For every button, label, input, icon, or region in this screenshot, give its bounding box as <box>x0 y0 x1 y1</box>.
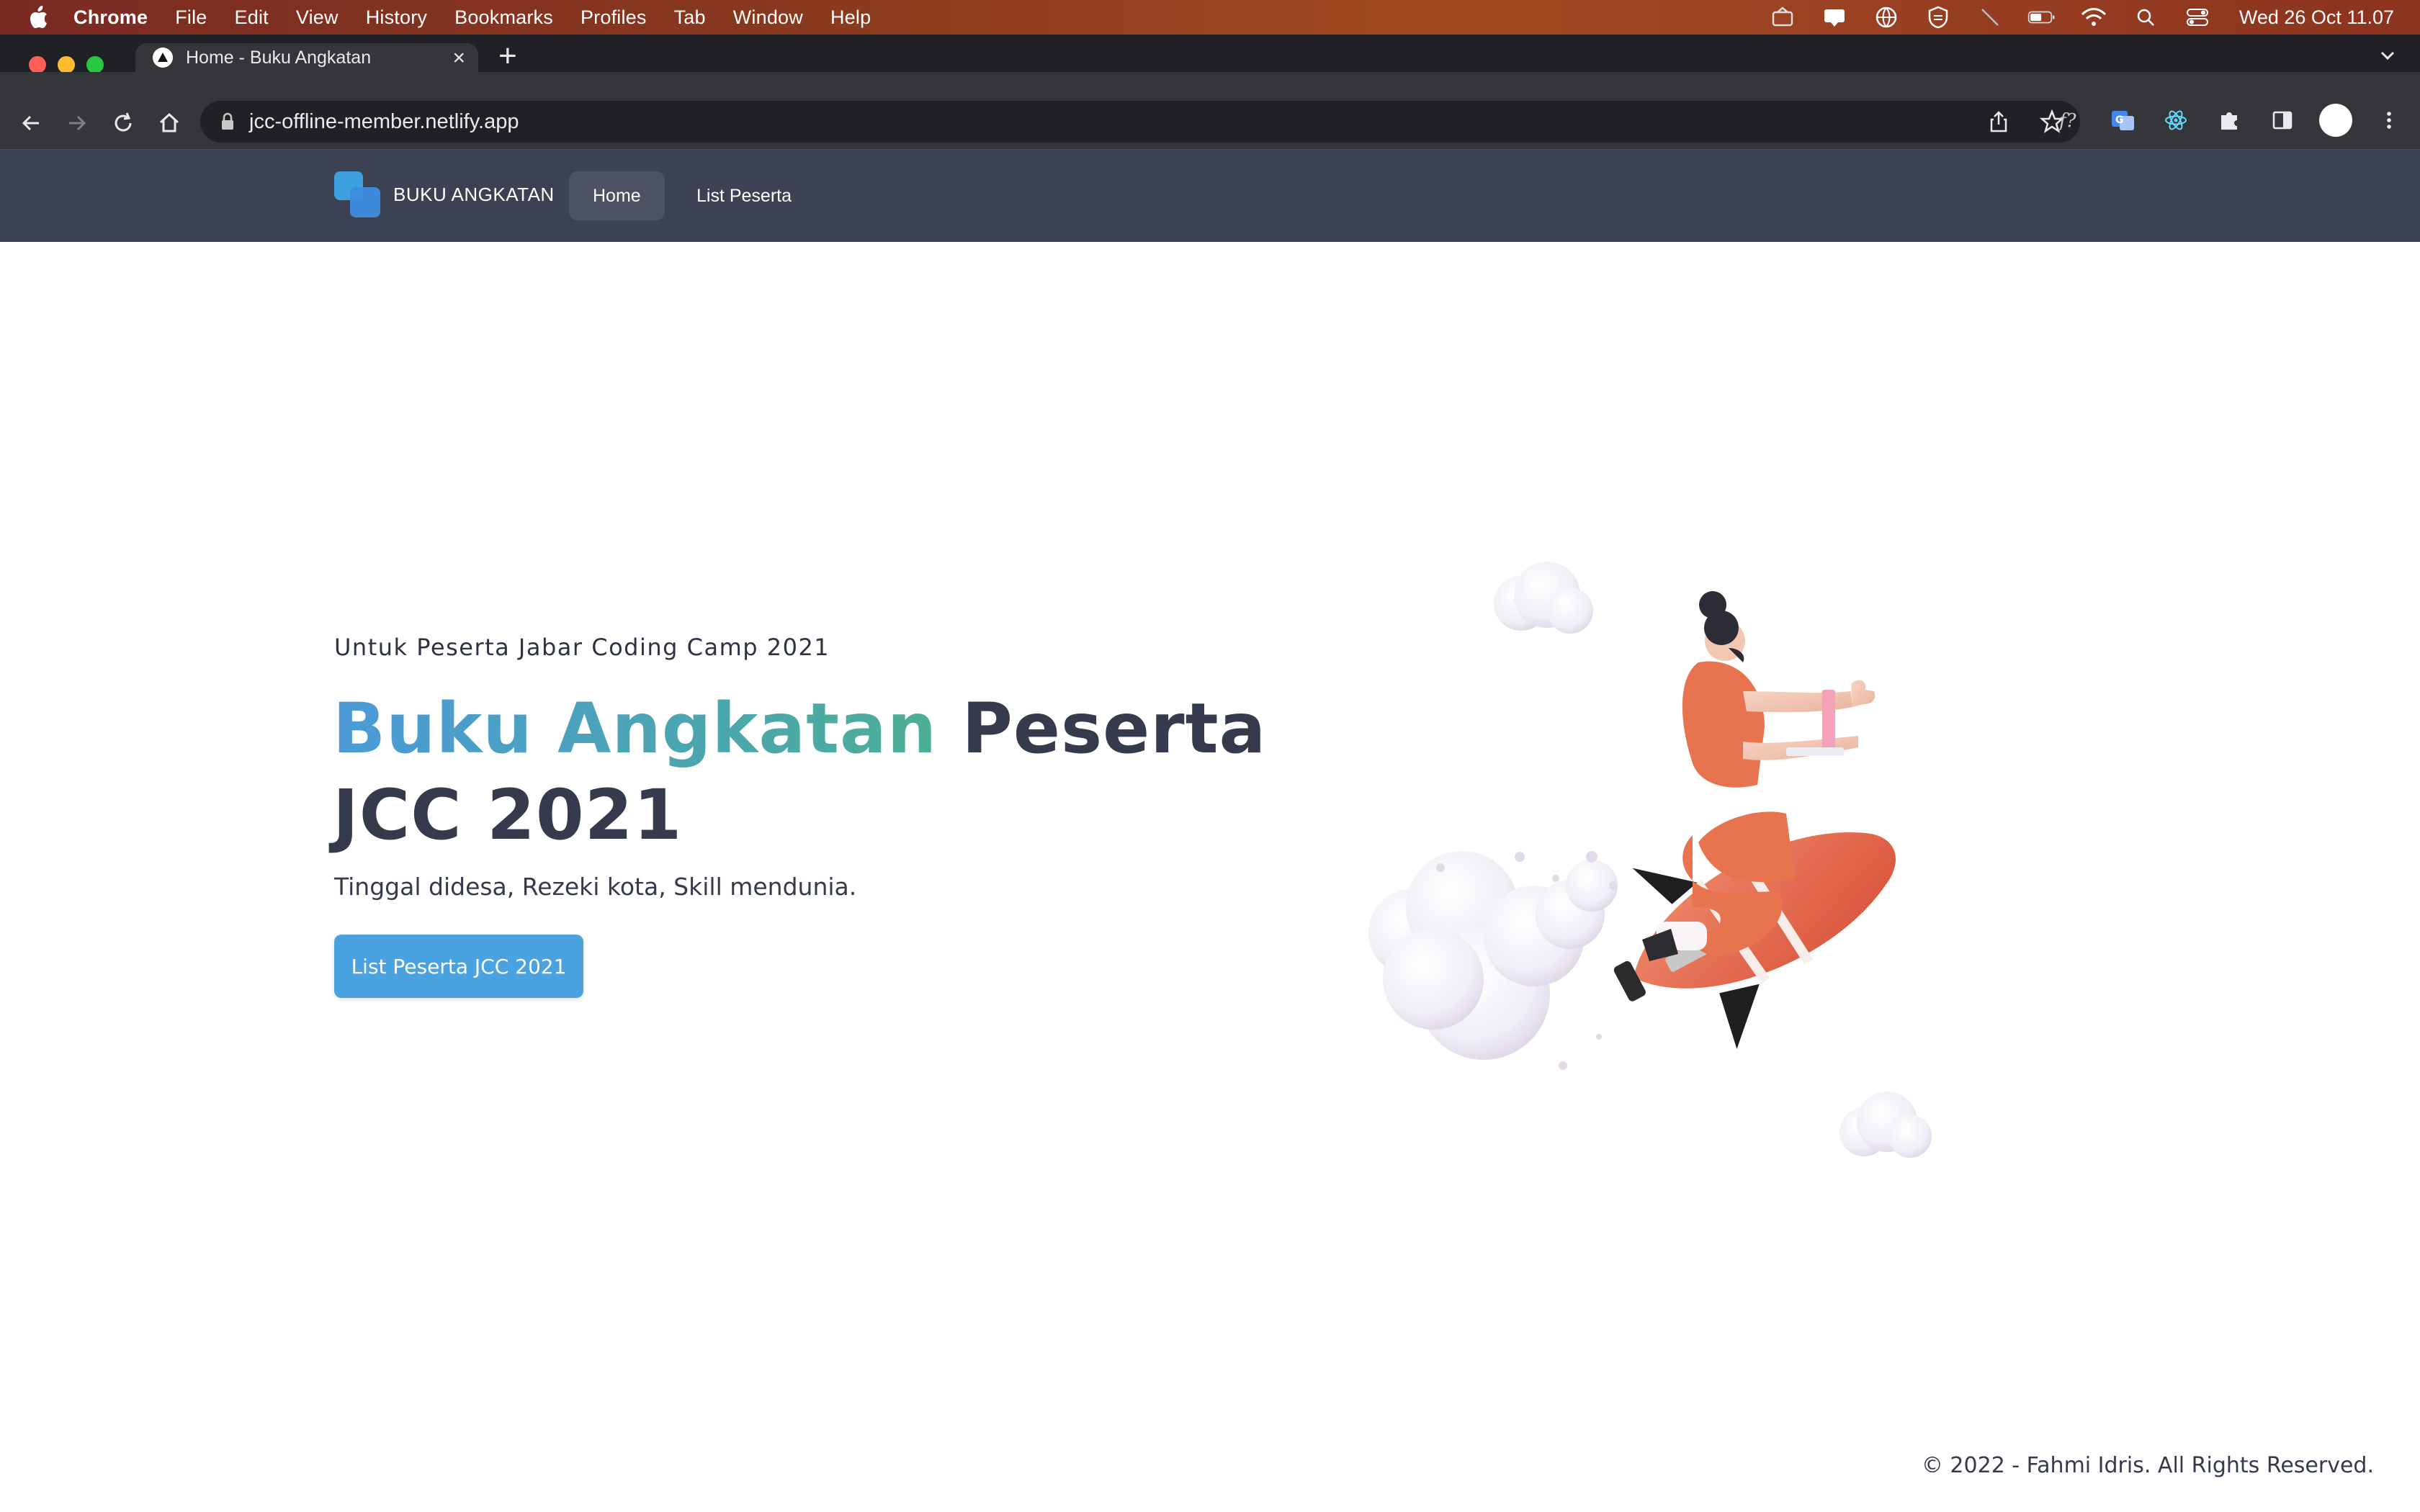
control-center-icon[interactable] <box>2183 5 2212 30</box>
translate-icon[interactable]: G <box>2106 104 2139 137</box>
function-icon[interactable]: f? <box>2053 104 2086 137</box>
hero-subtitle: Tinggal didesa, Rezeki kota, Skill mendu… <box>334 873 857 901</box>
brand-name: BUKU ANGKATAN <box>393 183 555 205</box>
extensions-area: f? G <box>2053 104 2406 137</box>
menu-window[interactable]: Window <box>733 6 803 29</box>
menubar-clock[interactable]: Wed 26 Oct 11.07 <box>2239 6 2394 29</box>
url-text[interactable]: jcc-offline-member.netlify.app <box>249 110 519 134</box>
menu-tab[interactable]: Tab <box>674 6 706 29</box>
menu-app-name[interactable]: Chrome <box>73 6 148 29</box>
mute-icon[interactable] <box>1976 5 2004 30</box>
profile-avatar-icon[interactable] <box>2319 104 2352 137</box>
cloud-small-bottom <box>1839 1092 1932 1158</box>
apple-logo-icon[interactable] <box>27 5 49 30</box>
battery-icon[interactable] <box>2027 5 2056 30</box>
side-panel-icon[interactable] <box>2266 104 2299 137</box>
react-devtools-icon[interactable] <box>2159 104 2192 137</box>
browser-toolbar: jcc-offline-member.netlify.app f? G <box>0 72 2420 150</box>
brand-link[interactable]: BUKU ANGKATAN <box>334 171 555 217</box>
hero-title-rest: Peserta <box>937 688 1267 769</box>
menubar-status-area: Wed 26 Oct 11.07 <box>1768 0 2394 35</box>
menu-file[interactable]: File <box>175 6 207 29</box>
share-icon[interactable] <box>1986 109 2011 140</box>
forward-arrow-icon[interactable] <box>60 107 94 140</box>
rocket-illustration <box>1368 562 1932 1158</box>
site-navbar: BUKU ANGKATAN Home List Peserta <box>0 150 2420 242</box>
reload-icon[interactable] <box>107 107 140 140</box>
exhaust-cloud <box>1368 851 1618 1060</box>
close-tab-icon[interactable]: × <box>452 46 465 71</box>
lock-icon[interactable] <box>220 112 236 132</box>
nav-link-home[interactable]: Home <box>569 171 665 220</box>
shield-icon[interactable] <box>1924 5 1953 30</box>
vpn-globe-icon[interactable] <box>1872 5 1901 30</box>
menu-history[interactable]: History <box>366 6 427 29</box>
airdrop-icon[interactable] <box>1768 5 1797 30</box>
menu-profiles[interactable]: Profiles <box>581 6 647 29</box>
extensions-puzzle-icon[interactable] <box>2213 104 2246 137</box>
spotlight-search-icon[interactable] <box>2131 5 2160 30</box>
notification-icon[interactable] <box>1820 5 1849 30</box>
svg-text:G: G <box>2115 114 2124 126</box>
footer-copyright: © 2022 - Fahmi Idris. All Rights Reserve… <box>1921 1453 2374 1478</box>
hero-eyebrow: Untuk Peserta Jabar Coding Camp 2021 <box>334 634 830 661</box>
close-window-button[interactable] <box>29 56 46 73</box>
menu-bookmarks[interactable]: Bookmarks <box>454 6 553 29</box>
nav-link-list-peserta[interactable]: List Peserta <box>673 171 815 220</box>
more-menu-icon[interactable] <box>2372 104 2406 137</box>
back-arrow-icon[interactable] <box>14 107 48 140</box>
window-controls <box>29 56 104 73</box>
home-icon[interactable] <box>153 107 186 140</box>
hero-title: Buku Angkatan Peserta JCC 2021 <box>333 685 1269 858</box>
macos-menu-bar: Chrome File Edit View History Bookmarks … <box>0 0 2420 35</box>
address-bar[interactable]: jcc-offline-member.netlify.app <box>200 101 2080 143</box>
tab-search-chevron-icon[interactable] <box>2375 43 2400 68</box>
list-peserta-button[interactable]: List Peserta JCC 2021 <box>334 935 583 998</box>
brand-logo-icon <box>334 171 380 217</box>
menu-view[interactable]: View <box>296 6 339 29</box>
wifi-icon[interactable] <box>2079 5 2108 30</box>
tab-title: Home - Buku Angkatan <box>186 47 372 68</box>
hero-title-line2: JCC 2021 <box>333 775 683 855</box>
browser-tab-active[interactable]: Home - Buku Angkatan × <box>135 43 478 72</box>
cloud-small-top <box>1494 562 1593 634</box>
hero-title-highlight: Buku Angkatan <box>333 688 938 769</box>
minimize-window-button[interactable] <box>58 56 75 73</box>
site-favicon-icon <box>153 48 173 68</box>
menu-help[interactable]: Help <box>830 6 871 29</box>
menu-edit[interactable]: Edit <box>235 6 269 29</box>
zoom-window-button[interactable] <box>86 56 104 73</box>
new-tab-button[interactable]: + <box>498 40 517 72</box>
svg-text:f?: f? <box>2058 110 2077 132</box>
browser-tab-strip: Home - Buku Angkatan × + <box>0 35 2420 73</box>
